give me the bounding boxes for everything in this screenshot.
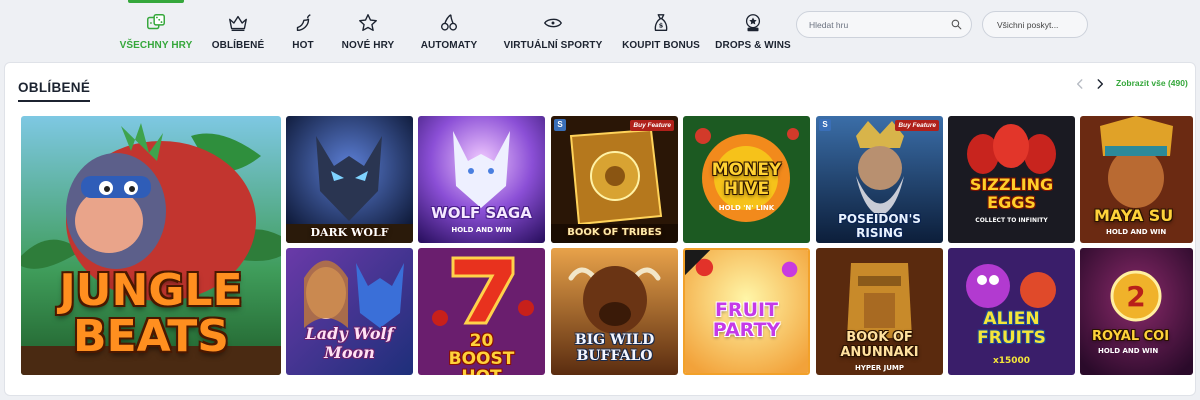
game-subtitle: HOLD AND WIN xyxy=(1098,347,1159,355)
favorites-section: OBLÍBENÉ Zobrazit vše (490) JUNGLE BEATS xyxy=(4,62,1196,396)
chevron-right-icon[interactable] xyxy=(1093,77,1107,91)
game-title: BIG WILD BUFFALO xyxy=(574,332,655,364)
nav-all-games[interactable]: VŠECHNY HRY xyxy=(112,0,200,62)
game-subtitle: HOLD AND WIN xyxy=(1106,228,1167,236)
game-title: SIZZLING EGGS xyxy=(969,175,1054,212)
search-icon[interactable] xyxy=(950,18,963,31)
game-title: ROYAL COI xyxy=(1092,329,1170,344)
chili-icon xyxy=(296,14,311,32)
dice-icon xyxy=(147,14,165,30)
game-tile-poseidons-rising[interactable]: S Buy Feature POSEIDON'S RISING xyxy=(816,116,943,243)
section-title: OBLÍBENÉ xyxy=(18,80,91,102)
game-tile-lady-wolf-moon[interactable]: Lady Wolf Moon xyxy=(286,248,413,375)
game-tile-alien-fruits[interactable]: ALIEN FRUITS x15000 xyxy=(948,248,1075,375)
game-subtitle: COLLECT TO INFINITY xyxy=(975,217,1048,224)
nav-label: DROPS & WINS xyxy=(715,40,791,51)
nav-label: VIRTUÁLNÍ SPORTY xyxy=(503,40,603,51)
chevron-left-icon[interactable] xyxy=(1073,77,1087,91)
buy-feature-badge: Buy Feature xyxy=(630,120,674,131)
game-tile-big-wild-buffalo[interactable]: BIG WILD BUFFALO xyxy=(551,248,678,375)
game-subtitle: HOLD AND WIN xyxy=(451,226,512,234)
cherries-icon xyxy=(440,14,458,31)
game-title: JUNGLE BEATS xyxy=(59,265,243,362)
search-input[interactable] xyxy=(809,12,943,37)
nav-label: OBLÍBENÉ xyxy=(211,40,265,51)
money-bag-icon: $ xyxy=(654,14,668,32)
game-artwork xyxy=(418,116,545,243)
game-title: Lady Wolf Moon xyxy=(305,324,394,362)
star-icon xyxy=(359,14,377,32)
game-tile-book-of-tribes[interactable]: S Buy Feature BOOK OF TRIBES xyxy=(551,116,678,243)
game-tile-jungle-beats[interactable]: JUNGLE BEATS xyxy=(21,116,281,375)
nav-buy-bonus[interactable]: $ KOUPIT BONUS xyxy=(614,0,708,62)
game-tile-money-hive[interactable]: MONEY HIVE HOLD 'N' LINK xyxy=(683,116,810,243)
crown-icon xyxy=(229,15,247,32)
provider-badge: S xyxy=(819,119,831,131)
game-tile-fruit-party[interactable]: FRUIT PARTY xyxy=(683,248,810,375)
game-title: WOLF SAGA xyxy=(431,204,532,222)
game-tile-sizzling-eggs[interactable]: SIZZLING EGGS COLLECT TO INFINITY xyxy=(948,116,1075,243)
game-title: BOOK OF TRIBES xyxy=(567,227,662,238)
game-title: DARK WOLF xyxy=(310,226,389,239)
nav-favorites[interactable]: OBLÍBENÉ xyxy=(200,0,276,62)
game-subtitle: x15000 xyxy=(992,356,1031,366)
game-artwork: 2 xyxy=(1080,248,1193,375)
game-tile-maya-sun[interactable]: MAYA SU HOLD AND WIN xyxy=(1080,116,1193,243)
game-title: POSEIDON'S RISING xyxy=(838,212,921,240)
game-subtitle: HYPER JUMP xyxy=(854,364,905,372)
svg-text:2: 2 xyxy=(1126,280,1145,313)
svg-text:$: $ xyxy=(659,22,664,30)
buy-feature-badge: Buy Feature xyxy=(895,120,939,131)
game-title: MONEY HIVE xyxy=(711,160,782,199)
game-title: 20 BOOST HOT xyxy=(448,331,515,375)
nav-hot[interactable]: HOT xyxy=(276,0,330,62)
game-tile-royal-coins[interactable]: 2 ROYAL COI HOLD AND WIN xyxy=(1080,248,1193,375)
game-tile-dark-wolf[interactable]: DARK WOLF xyxy=(286,116,413,243)
game-subtitle: HOLD 'N' LINK xyxy=(718,204,775,212)
nav-label: NOVÉ HRY xyxy=(341,40,395,51)
category-nav: VŠECHNY HRY OBLÍBENÉ HOT NOVÉ HRY AUTOMA… xyxy=(112,0,798,62)
provider-badge: S xyxy=(554,119,566,131)
provider-select[interactable]: Všichni poskyt... xyxy=(982,11,1088,38)
nav-label: HOT xyxy=(292,40,314,51)
nav-new-games[interactable]: NOVÉ HRY xyxy=(330,0,406,62)
nav-label: KOUPIT BONUS xyxy=(622,40,700,51)
search-box xyxy=(796,11,972,38)
game-title: BOOK OF ANUNNAKI xyxy=(840,330,919,360)
show-all-link[interactable]: Zobrazit vše (490) xyxy=(1116,78,1188,88)
game-tile-20-boost-hot[interactable]: 20 BOOST HOT xyxy=(418,248,545,375)
game-tile-book-of-anunnaki[interactable]: BOOK OF ANUNNAKI HYPER JUMP xyxy=(816,248,943,375)
nav-slots[interactable]: AUTOMATY xyxy=(406,0,492,62)
game-title: FRUIT PARTY xyxy=(712,299,781,341)
nav-label: VŠECHNY HRY xyxy=(119,40,193,51)
nav-virtual-sports[interactable]: VIRTUÁLNÍ SPORTY xyxy=(492,0,614,62)
game-tile-wolf-saga[interactable]: WOLF SAGA HOLD AND WIN xyxy=(418,116,545,243)
game-artwork xyxy=(551,116,678,243)
nav-drops-wins[interactable]: DROPS & WINS xyxy=(708,0,798,62)
game-title: MAYA SU xyxy=(1094,206,1174,225)
game-title: ALIEN FRUITS xyxy=(977,309,1046,348)
ball-icon xyxy=(543,18,563,28)
nav-label: AUTOMATY xyxy=(420,40,478,51)
drops-wins-icon xyxy=(745,14,761,32)
top-bar: VŠECHNY HRY OBLÍBENÉ HOT NOVÉ HRY AUTOMA… xyxy=(0,0,1200,62)
game-artwork xyxy=(286,116,413,243)
